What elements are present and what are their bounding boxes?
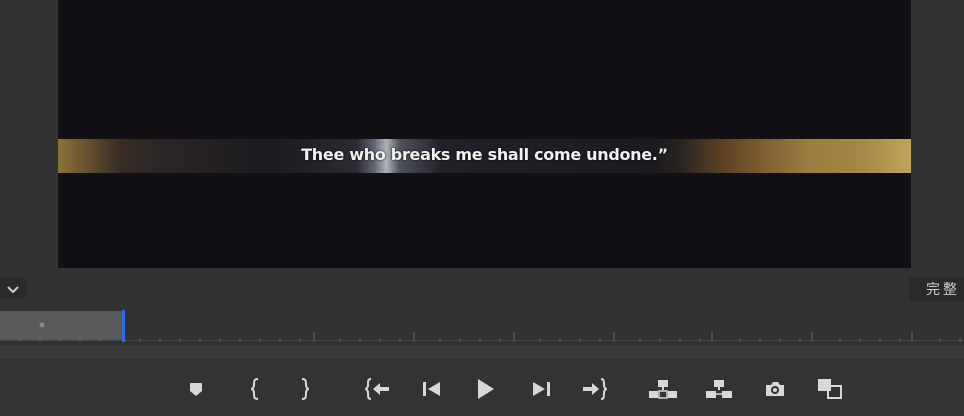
mark-out-button[interactable] (290, 374, 320, 404)
playback-resolution-label: 完整 (926, 282, 960, 298)
go-to-in-icon (364, 378, 390, 400)
mark-out-icon (298, 378, 312, 400)
play-icon (475, 378, 495, 400)
program-monitor: Thee who breaks me shall come undone.” 完… (0, 0, 964, 416)
go-to-out-icon (582, 378, 608, 400)
step-forward-button[interactable] (527, 374, 557, 404)
go-to-out-button[interactable] (580, 374, 610, 404)
playback-resolution-select[interactable]: 完整 (909, 277, 964, 301)
extract-button[interactable] (704, 374, 734, 404)
video-preview[interactable]: Thee who breaks me shall come undone.” (58, 0, 911, 268)
step-back-button[interactable] (416, 374, 446, 404)
playhead[interactable] (122, 310, 125, 342)
comparison-view-button[interactable] (815, 374, 845, 404)
mark-in-icon (248, 378, 262, 400)
extract-icon (704, 379, 734, 399)
panel-divider (0, 345, 964, 359)
play-button[interactable] (470, 374, 500, 404)
lift-button[interactable] (648, 374, 678, 404)
step-back-icon (420, 380, 442, 398)
camera-icon (764, 380, 786, 398)
mark-in-button[interactable] (240, 374, 270, 404)
step-forward-icon (531, 380, 553, 398)
comparison-view-icon (817, 378, 843, 400)
mini-timeline[interactable] (0, 310, 964, 342)
marker-icon (188, 381, 204, 397)
chevron-down-icon (7, 279, 19, 298)
timeline-track (0, 340, 964, 341)
export-frame-button[interactable] (760, 374, 790, 404)
zoom-level-dropdown[interactable] (0, 277, 26, 299)
subtitle-text: Thee who breaks me shall come undone.” (301, 145, 668, 164)
add-marker-button[interactable] (181, 374, 211, 404)
lift-icon (648, 379, 678, 399)
go-to-in-button[interactable] (362, 374, 392, 404)
